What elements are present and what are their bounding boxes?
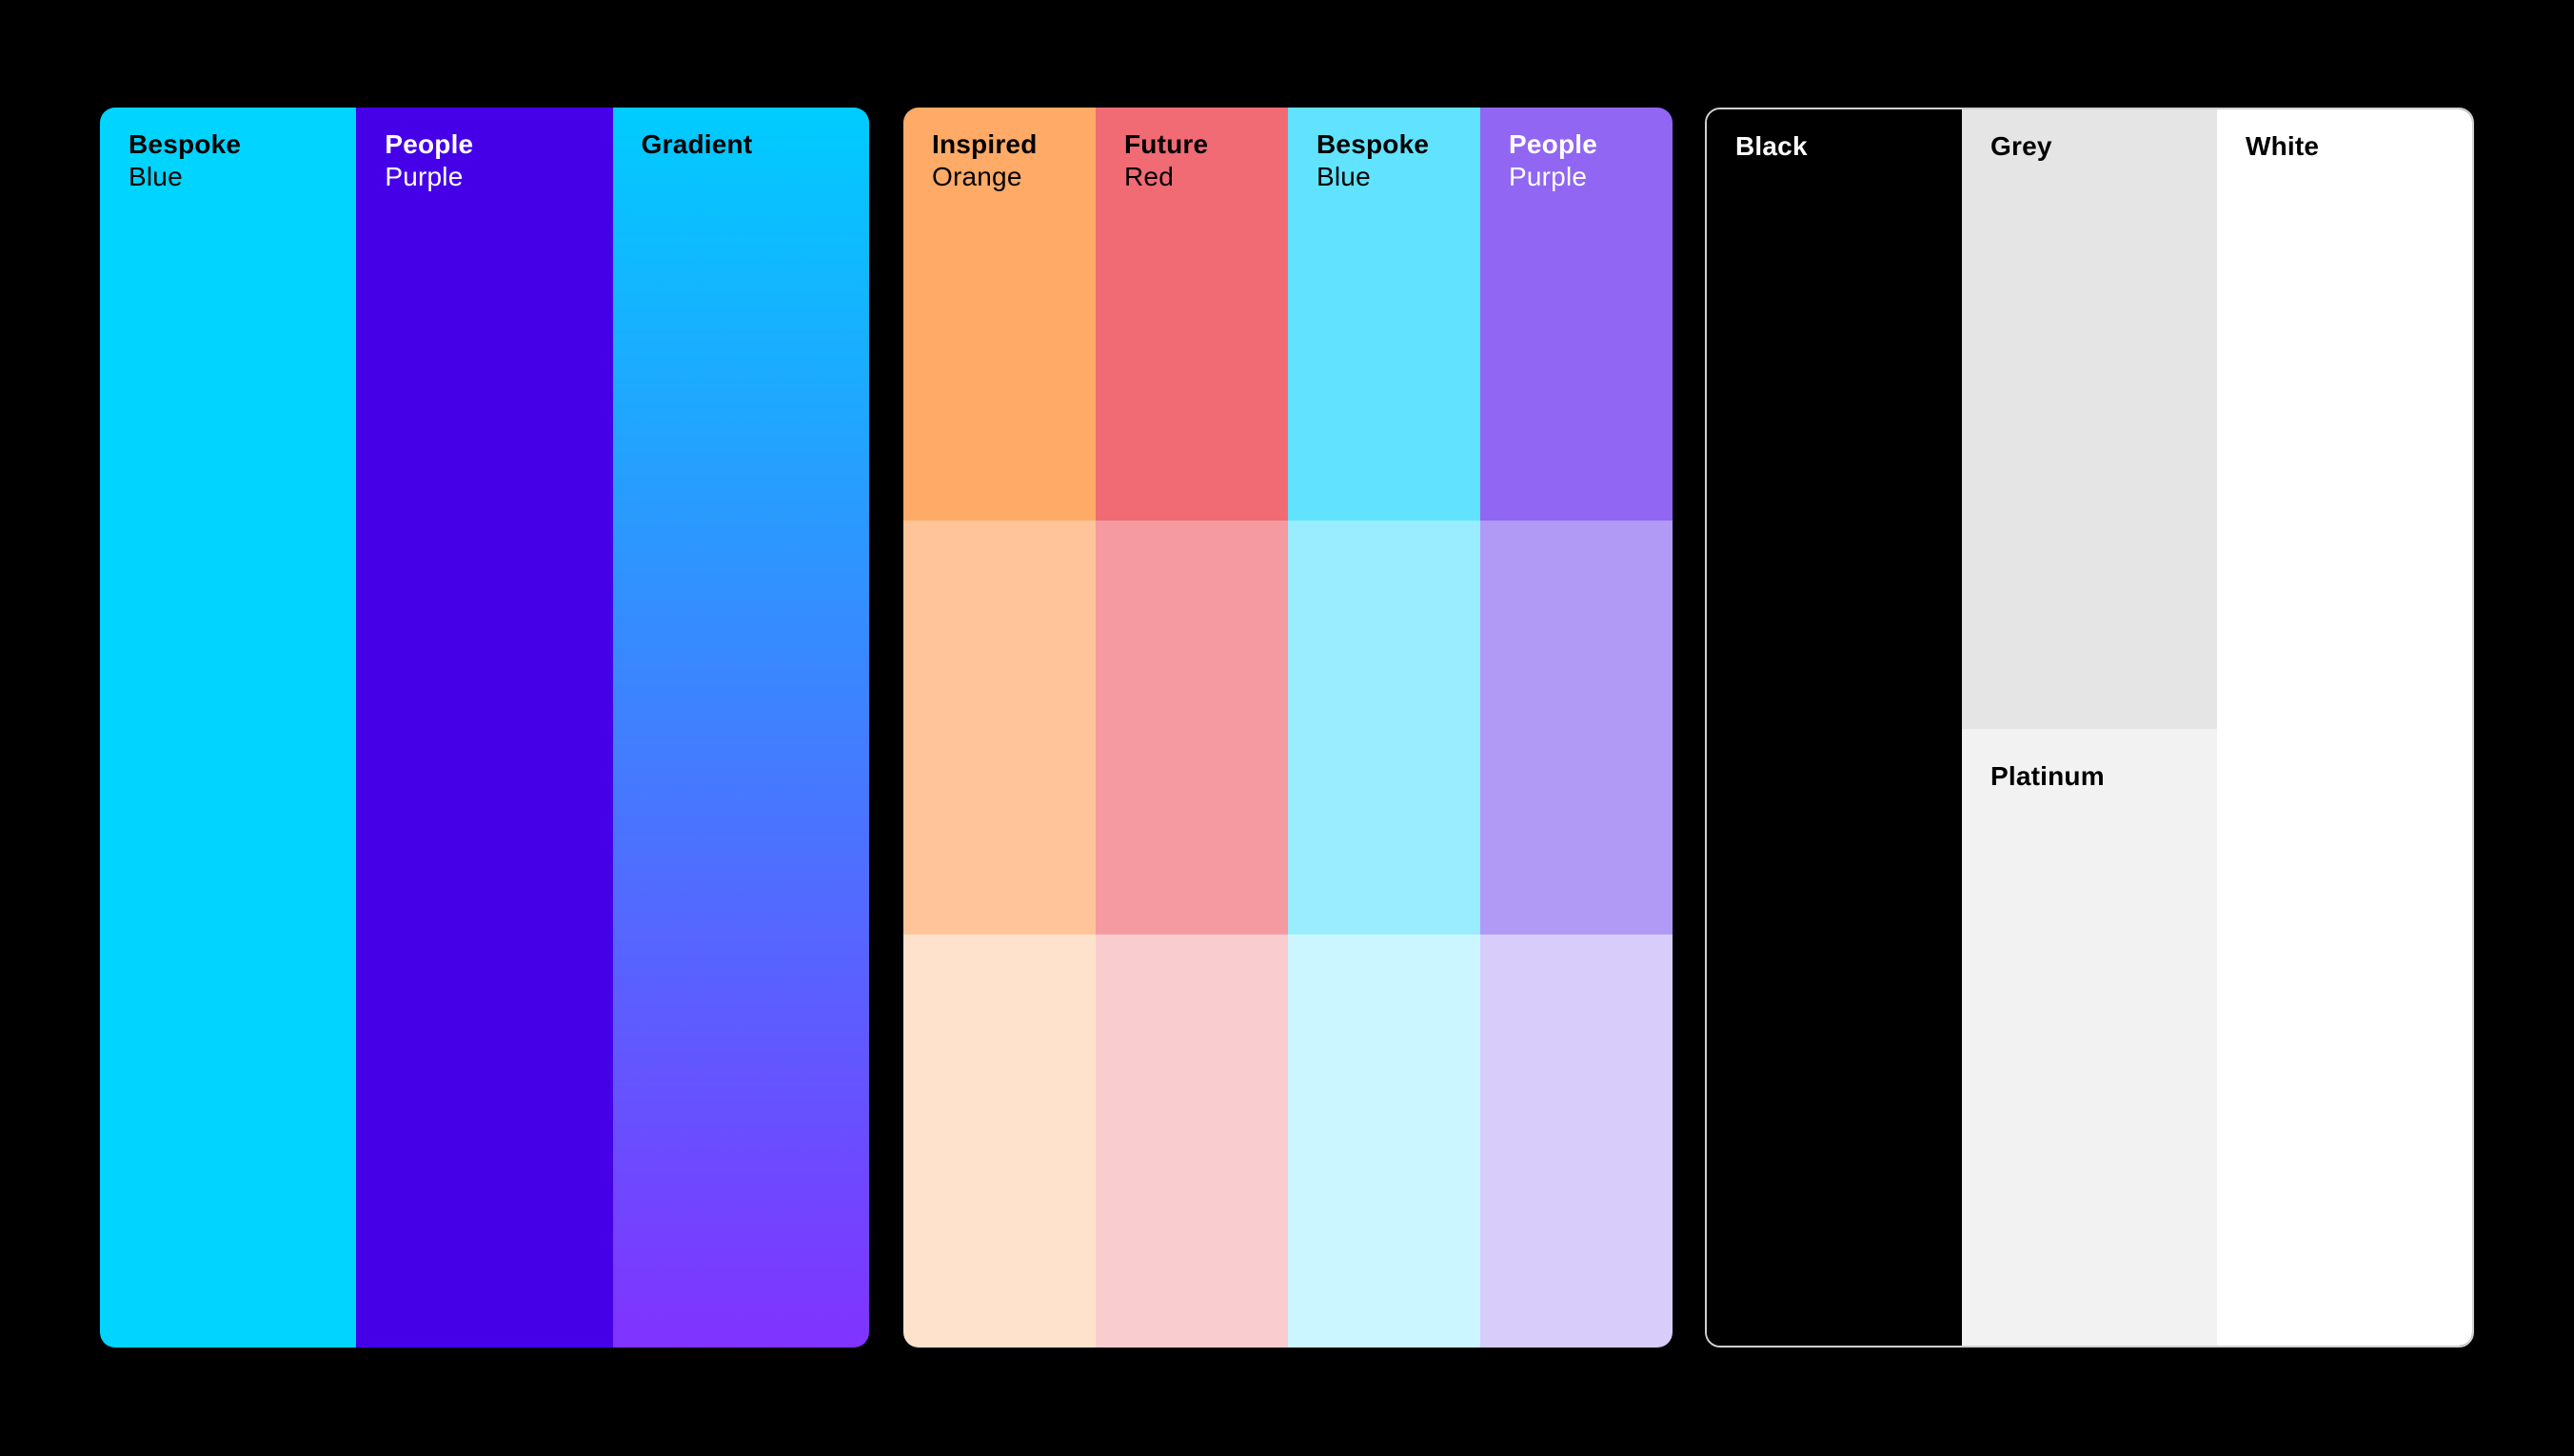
swatch-column-future-red: Future Red — [1096, 108, 1288, 1348]
swatch-label: People Purple — [1509, 128, 1597, 193]
swatch-name: People — [385, 129, 474, 159]
swatch-people-purple: People Purple — [356, 108, 613, 1348]
swatch-platinum: Platinum — [1962, 729, 2217, 1346]
swatch-name: Future — [1124, 129, 1209, 159]
swatch-gradient: Gradient — [612, 108, 869, 1348]
swatch-black: Black — [1707, 109, 1962, 1346]
swatch-name: Grey — [1990, 131, 2052, 161]
swatch-label: Black — [1735, 130, 1808, 163]
swatch-column-bespoke-blue: Bespoke Blue — [1288, 108, 1480, 1348]
tint-100: Future Red — [1096, 108, 1288, 521]
swatch-bespoke-blue: Bespoke Blue — [100, 108, 357, 1348]
swatch-name: Inspired — [932, 129, 1038, 159]
swatch-subname: Blue — [129, 162, 183, 191]
tint-60 — [1480, 521, 1673, 935]
swatch-name: Gradient — [641, 129, 753, 159]
swatch-name: Bespoke — [129, 129, 242, 159]
secondary-palette-panel: Inspired Orange Future Red Bespoke Blue — [903, 108, 1673, 1348]
swatch-label: Grey — [1990, 130, 2052, 163]
swatch-column-inspired-orange: Inspired Orange — [903, 108, 1096, 1348]
tint-100: People Purple — [1480, 108, 1673, 521]
swatch-subname: Blue — [1317, 162, 1371, 191]
swatch-label: Gradient — [642, 128, 753, 161]
tint-100: Inspired Orange — [903, 108, 1096, 521]
swatch-label: Bespoke Blue — [129, 128, 241, 193]
swatch-label: Platinum — [1990, 760, 2105, 793]
swatch-column-grey-platinum: Grey Platinum — [1962, 109, 2217, 1346]
tint-100: Bespoke Blue — [1288, 108, 1480, 521]
swatch-label: White — [2246, 130, 2319, 163]
swatch-subname: Purple — [1509, 162, 1588, 191]
swatch-name: Platinum — [1990, 761, 2105, 791]
tint-30 — [1480, 934, 1673, 1348]
swatch-name: Black — [1735, 131, 1808, 161]
tint-30 — [903, 934, 1096, 1348]
swatch-column-people-purple: People Purple — [1480, 108, 1673, 1348]
swatch-subname: Orange — [932, 162, 1022, 191]
tint-30 — [1288, 934, 1480, 1348]
swatch-label: Future Red — [1124, 128, 1208, 193]
tint-60 — [1288, 521, 1480, 935]
swatch-subname: Red — [1124, 162, 1174, 191]
swatch-name: Bespoke — [1317, 129, 1430, 159]
tint-60 — [903, 521, 1096, 935]
swatch-name: People — [1509, 129, 1598, 159]
swatch-label: People Purple — [385, 128, 473, 193]
neutral-palette-panel: Black Grey Platinum White — [1705, 108, 2474, 1348]
tint-30 — [1096, 934, 1288, 1348]
swatch-label: Bespoke Blue — [1317, 128, 1429, 193]
swatch-name: White — [2246, 131, 2320, 161]
swatch-grey: Grey — [1962, 109, 2217, 729]
swatch-white: White — [2217, 109, 2472, 1346]
swatch-label: Inspired Orange — [932, 128, 1038, 193]
tint-60 — [1096, 521, 1288, 935]
primary-palette-panel: Bespoke Blue People Purple Gradient — [100, 108, 869, 1348]
swatch-subname: Purple — [385, 162, 464, 191]
